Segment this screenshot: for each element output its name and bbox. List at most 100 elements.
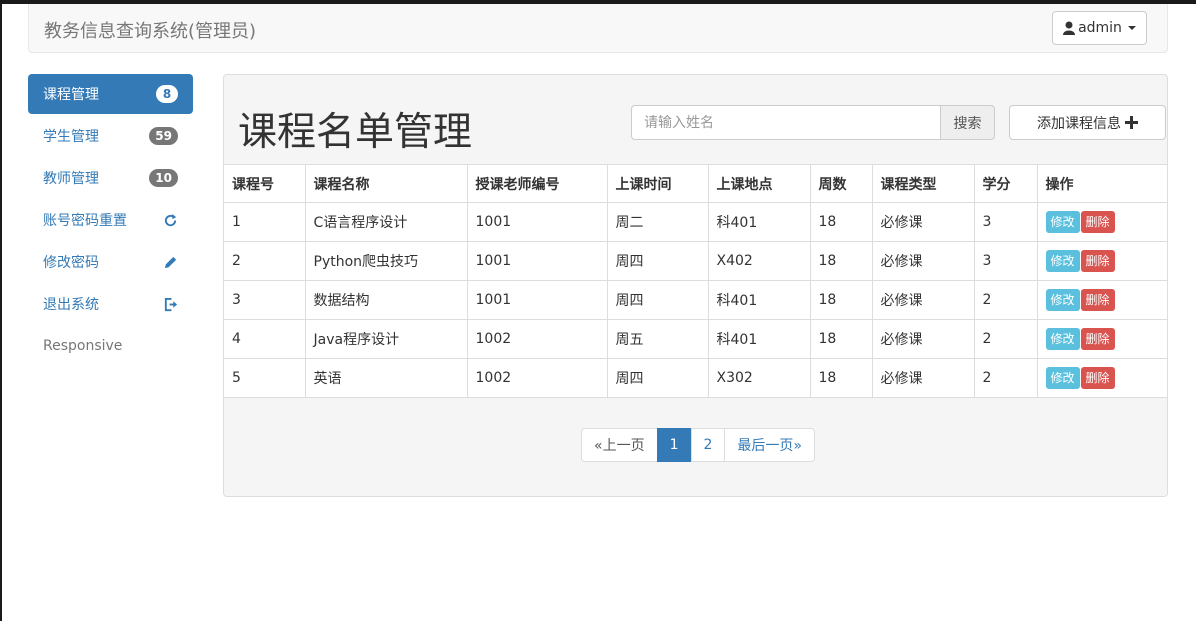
course-table: 课程号 课程名称 授课老师编号 上课时间 上课地点 周数 课程类型 学分 操作 … — [224, 164, 1167, 398]
add-course-button[interactable]: 添加课程信息 — [1009, 105, 1166, 140]
table-actions-cell: 修改 删除 — [1036, 319, 1167, 359]
table-cell: 3 — [973, 241, 1038, 281]
sidebar-item-courses[interactable]: 课程管理 8 — [28, 74, 193, 114]
table-cell: 1002 — [466, 358, 608, 398]
delete-button[interactable]: 删除 — [1080, 328, 1115, 350]
table-cell: 周四 — [606, 241, 709, 281]
user-menu-button[interactable]: admin — [1052, 11, 1147, 45]
table-cell: Python爬虫技巧 — [304, 241, 468, 281]
column-header: 学分 — [973, 164, 1038, 203]
page-title: 课程名单管理 — [238, 110, 473, 155]
sidebar-item-responsive[interactable]: Responsive — [28, 326, 193, 366]
sidebar: 课程管理 8 学生管理 59 教师管理 10 账号密码重置 修改密码 退出系统 … — [28, 74, 193, 368]
table-cell: 18 — [809, 202, 873, 242]
column-header: 上课地点 — [707, 164, 811, 203]
table-actions-cell: 修改 删除 — [1036, 358, 1167, 398]
table-cell: 数据结构 — [304, 280, 468, 320]
table-cell: 周四 — [606, 280, 709, 320]
sidebar-item-label: 退出系统 — [43, 297, 99, 313]
edit-button[interactable]: 修改 — [1045, 367, 1080, 389]
caret-down-icon — [1127, 26, 1136, 30]
course-panel: 课程名单管理 搜索 添加课程信息 课程号 课程名称 授课老师编号 上课时间 上课… — [223, 74, 1168, 497]
table-cell: 必修课 — [871, 241, 975, 281]
column-header: 操作 — [1036, 164, 1167, 203]
table-cell: 周五 — [606, 319, 709, 359]
column-header: 授课老师编号 — [466, 164, 608, 203]
table-header-row: 课程号 课程名称 授课老师编号 上课时间 上课地点 周数 课程类型 学分 操作 — [224, 164, 1167, 203]
pagination: «上一页 1 2 最后一页» — [581, 428, 815, 462]
delete-button[interactable]: 删除 — [1080, 250, 1115, 272]
user-name: admin — [1078, 20, 1122, 36]
table-cell: 1001 — [466, 280, 608, 320]
pagination-page-1[interactable]: 1 — [656, 428, 692, 462]
table-cell: 4 — [224, 319, 306, 359]
app-title: 教务信息查询系统(管理员) — [44, 21, 257, 42]
delete-button[interactable]: 删除 — [1080, 289, 1115, 311]
table-cell: 18 — [809, 241, 873, 281]
table-cell: X302 — [707, 358, 811, 398]
table-row: 4 Java程序设计 1002 周五 科401 18 必修课 2 修改 删除 — [224, 319, 1167, 359]
count-badge: 10 — [149, 169, 178, 187]
table-cell: 英语 — [304, 358, 468, 398]
count-badge: 59 — [149, 127, 178, 145]
table-row: 1 C语言程序设计 1001 周二 科401 18 必修课 3 修改 删除 — [224, 202, 1167, 242]
sidebar-item-reset-password[interactable]: 账号密码重置 — [28, 200, 193, 240]
column-header: 课程名称 — [304, 164, 468, 203]
column-header: 课程号 — [224, 164, 306, 203]
table-actions-cell: 修改 删除 — [1036, 202, 1167, 242]
sidebar-item-label: 教师管理 — [43, 171, 99, 187]
table-actions-cell: 修改 删除 — [1036, 241, 1167, 281]
column-header: 上课时间 — [606, 164, 709, 203]
table-cell: 科401 — [707, 280, 811, 320]
table-cell: 2 — [973, 358, 1038, 398]
table-cell: C语言程序设计 — [304, 202, 468, 242]
edit-button[interactable]: 修改 — [1045, 250, 1080, 272]
table-cell: 1 — [224, 202, 306, 242]
table-cell: 3 — [973, 202, 1038, 242]
search-group: 搜索 — [631, 105, 995, 140]
table-cell: 必修课 — [871, 358, 975, 398]
pagination-last[interactable]: 最后一页» — [724, 428, 815, 462]
table-cell: 1002 — [466, 319, 608, 359]
table-cell: X402 — [707, 241, 811, 281]
table-cell: 必修课 — [871, 319, 975, 359]
table-cell: 必修课 — [871, 202, 975, 242]
column-header: 周数 — [809, 164, 873, 203]
logout-icon — [162, 296, 178, 312]
table-cell: 周二 — [606, 202, 709, 242]
table-cell: 2 — [973, 280, 1038, 320]
delete-button[interactable]: 删除 — [1080, 367, 1115, 389]
table-row: 3 数据结构 1001 周四 科401 18 必修课 2 修改 删除 — [224, 280, 1167, 320]
pagination-prev[interactable]: «上一页 — [581, 428, 658, 462]
table-cell: 18 — [809, 280, 873, 320]
plus-icon — [1125, 116, 1138, 129]
edit-button[interactable]: 修改 — [1045, 211, 1080, 233]
edit-button[interactable]: 修改 — [1045, 328, 1080, 350]
navbar: 教务信息查询系统(管理员) admin — [28, 4, 1168, 53]
delete-button[interactable]: 删除 — [1080, 211, 1115, 233]
add-course-label: 添加课程信息 — [1037, 115, 1121, 132]
sidebar-item-label: 学生管理 — [43, 129, 99, 145]
table-cell: 18 — [809, 319, 873, 359]
table-actions-cell: 修改 删除 — [1036, 280, 1167, 320]
sidebar-item-teachers[interactable]: 教师管理 10 — [28, 158, 193, 198]
table-cell: Java程序设计 — [304, 319, 468, 359]
sidebar-item-change-password[interactable]: 修改密码 — [28, 242, 193, 282]
table-cell: 科401 — [707, 202, 811, 242]
sidebar-item-students[interactable]: 学生管理 59 — [28, 116, 193, 156]
table-row: 2 Python爬虫技巧 1001 周四 X402 18 必修课 3 修改 删除 — [224, 241, 1167, 281]
table-cell: 科401 — [707, 319, 811, 359]
sidebar-item-label: 账号密码重置 — [43, 213, 127, 229]
search-input[interactable] — [631, 105, 940, 140]
column-header: 课程类型 — [871, 164, 975, 203]
search-button[interactable]: 搜索 — [940, 105, 995, 140]
table-cell: 必修课 — [871, 280, 975, 320]
edit-button[interactable]: 修改 — [1045, 289, 1080, 311]
count-badge: 8 — [156, 85, 178, 103]
table-cell: 1001 — [466, 241, 608, 281]
table-cell: 3 — [224, 280, 306, 320]
sidebar-item-logout[interactable]: 退出系统 — [28, 284, 193, 324]
pencil-icon — [162, 254, 178, 270]
pagination-page-2[interactable]: 2 — [690, 428, 726, 462]
sidebar-item-label: 课程管理 — [43, 87, 99, 103]
